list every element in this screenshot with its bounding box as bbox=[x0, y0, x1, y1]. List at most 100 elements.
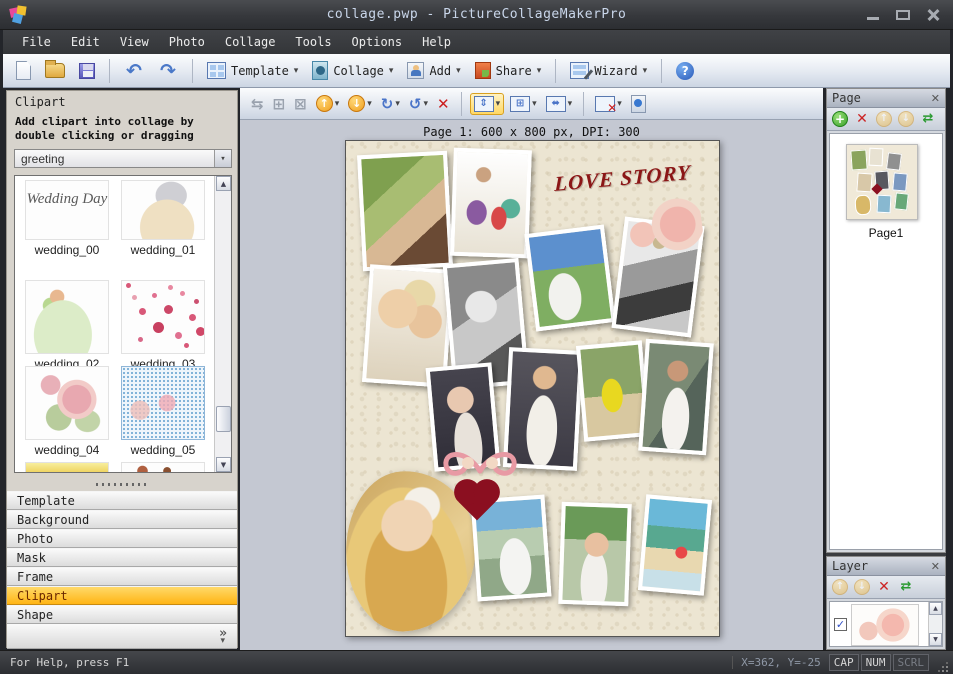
canvas-area[interactable]: Page 1: 600 x 800 px, DPI: 300 LOVE STOR… bbox=[240, 120, 823, 650]
rotate-ccw-button[interactable]: ↺▾ bbox=[406, 93, 431, 115]
menu-view[interactable]: View bbox=[111, 32, 158, 52]
menu-file[interactable]: File bbox=[13, 32, 60, 52]
chevron-down-icon: ▾ bbox=[537, 66, 542, 76]
mask-button[interactable]: ⊠ bbox=[291, 93, 310, 115]
clipart-panel-title: Clipart bbox=[15, 95, 66, 109]
clipart-category-select[interactable]: greeting ▾ bbox=[14, 149, 232, 168]
swap-photo-icon: ⇆ bbox=[251, 95, 264, 113]
swap-photo-button[interactable]: ⇆ bbox=[248, 93, 267, 115]
accordion-background[interactable]: Background bbox=[7, 510, 237, 529]
refresh-pages-icon[interactable]: ⇄ bbox=[920, 111, 936, 127]
new-button[interactable] bbox=[11, 58, 36, 83]
rotate-cw-button[interactable]: ↻▾ bbox=[378, 93, 403, 115]
accordion-frame[interactable]: Frame bbox=[7, 567, 237, 586]
clipart-item-wedding-00[interactable]: Wedding Day wedding_00 bbox=[21, 180, 113, 257]
move-layer-down-icon[interactable]: ↓ bbox=[854, 579, 870, 595]
delete-page-icon[interactable]: ✕ bbox=[854, 111, 870, 127]
clipart-item-partial[interactable] bbox=[117, 462, 209, 473]
add-button[interactable]: Add ▾ bbox=[402, 59, 465, 82]
close-icon[interactable]: ✕ bbox=[931, 92, 940, 105]
scroll-down-icon[interactable]: ▼ bbox=[216, 457, 231, 472]
photo-shopping-couple[interactable] bbox=[450, 148, 532, 259]
accordion-template[interactable]: Template bbox=[7, 491, 237, 510]
collage-title-text[interactable]: LOVE STORY bbox=[554, 158, 714, 197]
collage-button[interactable]: Collage ▾ bbox=[307, 58, 398, 83]
remove-image-button[interactable]: ▾ bbox=[592, 94, 625, 114]
scroll-down-icon[interactable]: ▼ bbox=[929, 633, 942, 646]
menu-edit[interactable]: Edit bbox=[62, 32, 109, 52]
photo-beach-family[interactable] bbox=[638, 494, 712, 595]
page1-thumbnail[interactable] bbox=[846, 144, 918, 220]
menu-help[interactable]: Help bbox=[413, 32, 460, 52]
clipart-item-wedding-03[interactable]: wedding_03 bbox=[117, 280, 209, 371]
open-button[interactable] bbox=[40, 60, 70, 81]
undo-button[interactable]: ↶ bbox=[119, 59, 149, 83]
scrollbar-thumb[interactable] bbox=[216, 406, 231, 432]
menu-tools[interactable]: Tools bbox=[286, 32, 340, 52]
menu-options[interactable]: Options bbox=[343, 32, 412, 52]
send-backward-button[interactable]: ↓▾ bbox=[345, 93, 375, 114]
position-button[interactable]: ⊞▾ bbox=[507, 94, 540, 114]
cursor-coordinates: X=362, Y=-25 bbox=[732, 656, 828, 669]
scroll-up-icon[interactable]: ▲ bbox=[929, 602, 942, 615]
move-layer-up-icon[interactable]: ↑ bbox=[832, 579, 848, 595]
panel-splitter-handle[interactable] bbox=[7, 479, 237, 489]
layer-visibility-checkbox[interactable]: ✓ bbox=[834, 618, 847, 631]
wizard-icon bbox=[570, 62, 589, 79]
help-button[interactable]: ? bbox=[671, 59, 699, 83]
save-button[interactable] bbox=[74, 60, 100, 82]
align-center-button-active[interactable]: ⇕▾ bbox=[470, 93, 505, 115]
accordion-overflow-bar[interactable]: » ▾ bbox=[7, 624, 237, 649]
accordion-photo[interactable]: Photo bbox=[7, 529, 237, 548]
restore-icon[interactable] bbox=[895, 9, 911, 21]
add-image-button[interactable]: ⊞ bbox=[270, 93, 289, 115]
toolbar-separator bbox=[109, 59, 110, 83]
refresh-layers-icon[interactable]: ⇄ bbox=[898, 579, 914, 595]
accordion-clipart-active[interactable]: Clipart bbox=[7, 586, 237, 605]
bring-forward-button[interactable]: ↑▾ bbox=[313, 93, 343, 114]
resize-button[interactable]: ⬌▾ bbox=[543, 94, 576, 114]
clipart-thumbnail bbox=[121, 180, 205, 240]
move-page-up-icon[interactable]: ↑ bbox=[876, 111, 892, 127]
template-button[interactable]: Template ▾ bbox=[202, 59, 303, 82]
photo-kissing-couple[interactable] bbox=[357, 151, 453, 272]
chevron-down-icon: ▾ bbox=[643, 66, 648, 76]
move-page-down-icon[interactable]: ↓ bbox=[898, 111, 914, 127]
clipart-item-wedding-05-selected[interactable]: wedding_05 bbox=[117, 366, 209, 457]
remove-image-icon bbox=[595, 96, 615, 112]
clipart-item-wedding-01[interactable]: wedding_01 bbox=[117, 180, 209, 257]
send-backward-icon: ↓ bbox=[348, 95, 365, 112]
clipart-scrollbar[interactable]: ▲ ▼ bbox=[214, 176, 231, 472]
photo-smiling-bride[interactable] bbox=[558, 502, 632, 606]
canvas-toolbar: ⇆ ⊞ ⊠ ↑▾ ↓▾ ↻▾ ↺▾ ✕ ⇕▾ ⊞▾ ⬌▾ ▾ bbox=[240, 88, 823, 120]
photo-bride-portrait[interactable] bbox=[638, 339, 714, 455]
add-page-icon[interactable]: + bbox=[832, 111, 848, 127]
layer-item-rose[interactable]: ✓ bbox=[832, 604, 919, 646]
chevron-down-icon: ▾ bbox=[423, 99, 428, 109]
photo-wedding-couple-outdoor[interactable] bbox=[524, 224, 615, 331]
combo-arrow-button[interactable]: ▾ bbox=[214, 150, 231, 167]
accordion-mask[interactable]: Mask bbox=[7, 548, 237, 567]
clipart-item-wedding-02[interactable]: wedding_02 bbox=[21, 280, 113, 371]
menu-collage[interactable]: Collage bbox=[216, 32, 285, 52]
share-button[interactable]: Share ▾ bbox=[470, 59, 547, 82]
accordion-shape[interactable]: Shape bbox=[7, 605, 237, 624]
close-icon[interactable]: ✕ bbox=[931, 560, 940, 573]
collage-page[interactable]: LOVE STORY bbox=[345, 140, 720, 637]
resize-grip[interactable] bbox=[935, 659, 949, 673]
delete-layer-icon[interactable]: ✕ bbox=[876, 579, 892, 595]
wizard-button[interactable]: Wizard ▾ bbox=[565, 59, 652, 82]
delete-object-button[interactable]: ✕ bbox=[434, 93, 453, 115]
redo-button[interactable]: ↷ bbox=[153, 59, 183, 83]
page-panel-title: Page bbox=[832, 91, 861, 105]
layer-scrollbar[interactable]: ▲ ▼ bbox=[928, 602, 942, 646]
close-icon[interactable] bbox=[925, 9, 941, 21]
minimize-icon[interactable] bbox=[865, 9, 881, 21]
clipart-item-partial[interactable] bbox=[21, 462, 113, 473]
scroll-up-icon[interactable]: ▲ bbox=[216, 176, 231, 191]
properties-button[interactable] bbox=[628, 93, 649, 115]
menu-photo[interactable]: Photo bbox=[160, 32, 214, 52]
chevron-down-icon: ▾ bbox=[568, 99, 573, 109]
clipart-item-wedding-04[interactable]: wedding_04 bbox=[21, 366, 113, 457]
swirl-heart-clipart[interactable] bbox=[438, 441, 522, 485]
